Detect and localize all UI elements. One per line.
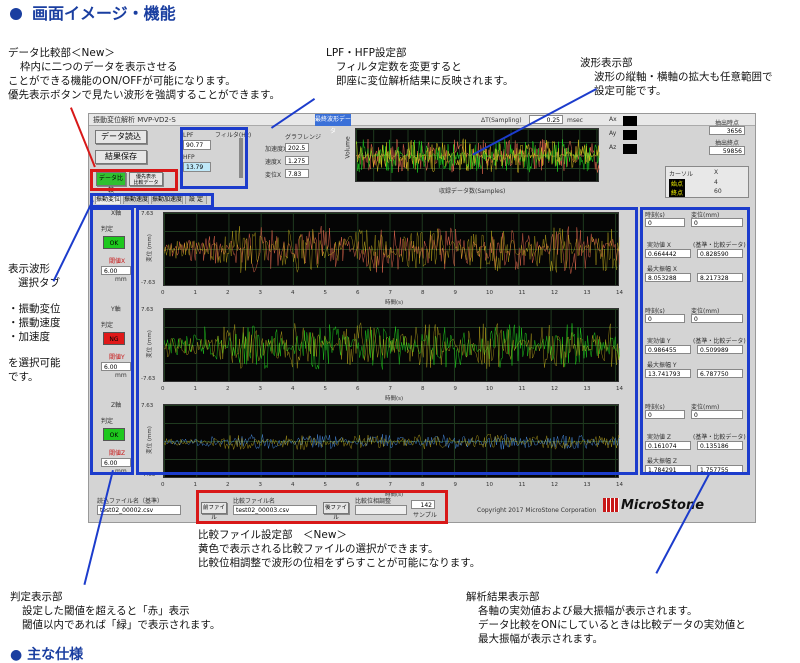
cursor-start-label: 始点 — [669, 179, 686, 188]
x-tick-label: 4 — [291, 482, 295, 488]
annotation-judge: 判定表示部 設定した閾値を超えると「赤」表示 閾値以内であれば「緑」で表示されま… — [10, 591, 221, 631]
az-swatch — [623, 144, 637, 154]
sampling-label: ΔT(Sampling) — [481, 117, 522, 124]
x-tick-label: 2 — [226, 482, 230, 488]
overview-chart[interactable] — [355, 128, 600, 182]
x-tick-label: 12 — [551, 482, 558, 488]
ay-swatch — [623, 130, 637, 140]
overview-ylabel: Volume — [344, 136, 352, 159]
accel-label: 加速度X — [265, 146, 288, 153]
cursor-end-value: 60 — [714, 188, 722, 195]
x-tick-label: 1 — [193, 482, 198, 488]
next-section-heading: ● 主な仕様 — [10, 647, 84, 663]
window-title: 振動変位解析 MVP-VD2-S — [89, 114, 755, 126]
judge-highlight — [90, 207, 134, 475]
overview-tag: 最終波形データ — [315, 114, 352, 135]
disp-range-input[interactable]: 7.83 — [285, 169, 309, 178]
annotation-compare-file: 比較ファイル設定部 ＜New＞ 黄色で表示される比較ファイルの選択ができます。 … — [198, 529, 481, 569]
vel-label: 速度X — [265, 159, 282, 166]
cursor-start-value: 4 — [714, 179, 718, 186]
x-tick-label: 6 — [356, 482, 360, 488]
cursor-end-label: 終点 — [669, 188, 686, 197]
disp-label: 変位X — [265, 172, 282, 179]
lpf-highlight — [180, 127, 248, 189]
start-point-value: 3656 — [709, 126, 745, 135]
x-tick-label: 3 — [258, 482, 263, 488]
copyright: Copyright 2017 MicroStone Corporation — [477, 507, 597, 514]
data-compare-highlight — [90, 169, 178, 191]
load-data-button[interactable]: データ読込 — [95, 130, 147, 144]
end-point-value: 59856 — [709, 146, 745, 155]
tabs-highlight — [90, 193, 214, 208]
annotation-data-compare: データ比較部＜New＞ 枠内に二つのデータを表示させる ことができる機能のON/… — [8, 47, 280, 101]
az-legend: Az — [609, 144, 617, 151]
overview-wave — [356, 138, 600, 174]
annotation-result: 解析結果表示部 各軸の実効値および最大振幅が表示されます。 データ比較をONにし… — [466, 591, 746, 645]
vel-range-input[interactable]: 1.275 — [285, 156, 309, 165]
sampling-unit: msec — [567, 117, 583, 124]
x-tick-label: 13 — [583, 482, 591, 488]
cursor-panel: カーソル X 始点 4 終点 60 — [665, 166, 749, 198]
save-result-button[interactable]: 結果保存 — [95, 150, 147, 164]
annotation-lpf: LPF・HFP設定部 フィルタ定数を変更すると 即座に変位解析結果に反映されます… — [326, 47, 514, 87]
microstone-logo-icon — [603, 498, 619, 512]
result-highlight — [640, 207, 750, 475]
accel-range-input[interactable]: 202.5 — [285, 143, 309, 152]
ay-legend: Ay — [609, 130, 617, 137]
wave-highlight — [136, 207, 638, 475]
annotation-wave: 波形表示部 波形の縦軸・横軸の拡大も任意範囲で 設定可能です。 — [580, 57, 773, 97]
page-title: 画面イメージ・機能 — [10, 6, 176, 22]
x-tick-label: 10 — [486, 482, 493, 488]
x-tick-label: 14 — [616, 482, 623, 488]
compare-file-highlight — [196, 490, 448, 524]
bullet-icon — [10, 8, 22, 20]
overview-xlabel: 収録データ数(Samples) — [439, 188, 506, 195]
graph-range-label: グラフレンジ — [285, 134, 322, 141]
x-tick-label: 0 — [161, 482, 165, 488]
file-input[interactable]: test02_00002.csv — [97, 505, 181, 515]
x-tick-label: 7 — [388, 482, 393, 488]
cursor-label: カーソル — [669, 171, 694, 178]
x-tick-label: 5 — [323, 482, 328, 488]
cursor-x-label: X — [714, 169, 719, 176]
ax-swatch — [623, 116, 637, 126]
x-tick-label: 8 — [421, 482, 425, 488]
x-tick-label: 9 — [453, 482, 458, 488]
x-tick-label: 11 — [518, 482, 526, 488]
ax-legend: Ax — [609, 116, 617, 123]
